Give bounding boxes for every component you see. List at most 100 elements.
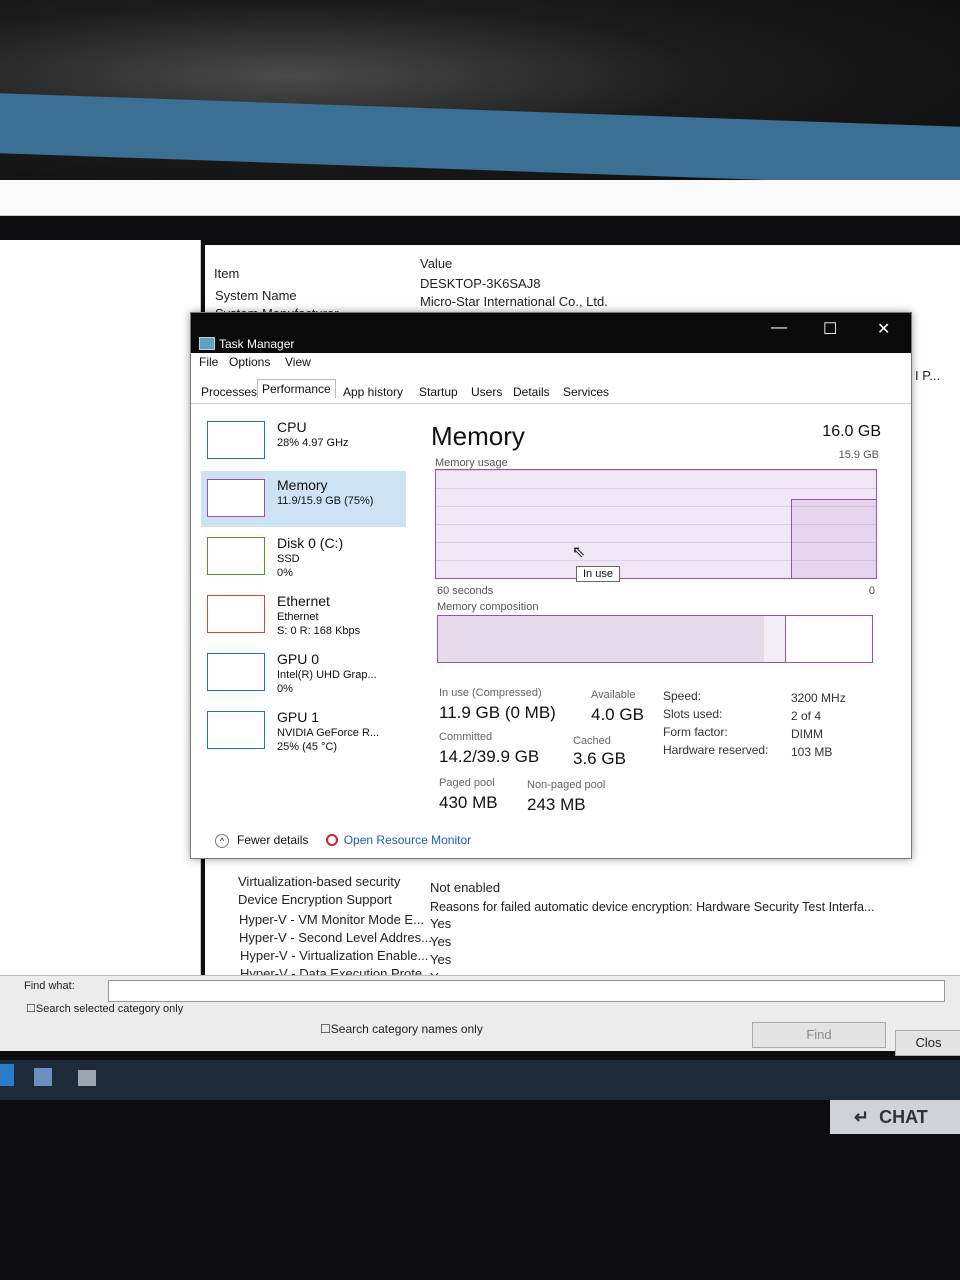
tab-details[interactable]: Details <box>509 383 554 401</box>
sysinfo-category-tree[interactable] <box>0 240 201 980</box>
fewer-details-label: Fewer details <box>237 833 309 847</box>
taskbar-app-icon[interactable] <box>0 1064 14 1086</box>
window-title: Task Manager <box>219 337 295 351</box>
composition-modified <box>763 616 787 662</box>
sidebar-item-detail: S: 0 R: 168 Kbps <box>277 625 361 637</box>
memory-usage-area <box>791 499 876 578</box>
spec-key: Form factor: <box>663 725 728 739</box>
available-value: 4.0 GB <box>591 705 644 724</box>
chevron-up-icon: ^ <box>215 834 229 848</box>
sidebar-item-detail: 0% <box>277 567 293 579</box>
task-manager-titlebar[interactable]: Task Manager — ☐ ✕ <box>191 313 911 353</box>
menu-bar: File Options View <box>191 355 911 375</box>
menu-file[interactable]: File <box>199 355 218 369</box>
sysinfo-value: Yes <box>430 916 452 931</box>
menu-view[interactable]: View <box>285 355 311 369</box>
sidebar-item-detail: 25% (45 °C) <box>277 741 338 753</box>
graph-zero-label: 0 <box>868 585 875 597</box>
tab-users[interactable]: Users <box>467 383 506 401</box>
sysinfo-value: Reasons for failed automatic device encr… <box>430 900 875 914</box>
paged-pool-value: 430 MB <box>439 793 498 812</box>
cached-value: 3.6 GB <box>573 749 626 768</box>
sidebar-item-gpu0[interactable]: GPU 0 Intel(R) UHD Grap... 0% <box>201 645 406 701</box>
search-selected-label: Search selected category only <box>35 1003 184 1015</box>
sidebar-item-ethernet[interactable]: Ethernet Ethernet S: 0 R: 168 Kbps <box>201 587 406 643</box>
memory-usage-label: Memory usage <box>435 457 508 469</box>
tab-app-history[interactable]: App history <box>339 383 407 401</box>
sidebar-item-gpu1[interactable]: GPU 1 NVIDIA GeForce R... 25% (45 °C) <box>201 703 406 759</box>
sidebar-item-detail: 28% 4.97 GHz <box>277 437 349 449</box>
sidebar-item-detail: Ethernet <box>277 611 319 623</box>
sidebar-item-label: GPU 0 <box>277 651 320 667</box>
sysinfo-value: Not enabled <box>430 880 501 895</box>
spec-value: DIMM <box>791 727 823 741</box>
system-info-icon[interactable] <box>34 1068 52 1086</box>
tab-performance[interactable]: Performance <box>257 379 336 398</box>
tab-startup[interactable]: Startup <box>415 383 462 401</box>
close-button[interactable]: Clos <box>895 1030 960 1056</box>
menu-options[interactable]: Options <box>229 355 270 369</box>
spec-value: 103 MB <box>791 745 833 759</box>
open-resource-monitor-link[interactable]: Open Resource Monitor <box>325 833 471 847</box>
sidebar-item-label: CPU <box>277 419 307 435</box>
chat-badge[interactable]: ↵ CHAT <box>830 1100 960 1134</box>
memory-total: 16.0 GB <box>822 423 881 440</box>
disk-thumbnail <box>207 537 265 575</box>
sidebar-item-detail: Intel(R) UHD Grap... <box>277 669 377 681</box>
graph-time-label: 60 seconds <box>437 585 494 597</box>
taskbar <box>0 1060 960 1100</box>
spec-key: Speed: <box>663 689 702 703</box>
spec-value: 2 of 4 <box>791 709 822 723</box>
fewer-details-button[interactable]: ^ Fewer details <box>215 833 309 848</box>
sysinfo-value: Yes <box>430 934 452 949</box>
chat-label: CHAT <box>879 1107 928 1127</box>
sysinfo-value: DESKTOP-3K6SAJ8 <box>420 276 541 291</box>
sidebar-item-disk[interactable]: Disk 0 (C:) SSD 0% <box>201 529 406 585</box>
sysinfo-value: Yes <box>430 952 452 967</box>
sysinfo-toolbar <box>0 180 960 216</box>
search-selected-checkbox[interactable]: ☐Search selected category only <box>26 1002 183 1015</box>
spec-value: 3200 MHz <box>791 691 846 705</box>
memory-usage-max: 15.9 GB <box>838 449 879 461</box>
sidebar-item-memory[interactable]: Memory 11.9/15.9 GB (75%) <box>201 471 406 527</box>
sidebar-item-detail: SSD <box>277 553 300 565</box>
paged-pool-label: Paged pool <box>439 777 495 789</box>
sidebar-item-cpu[interactable]: CPU 28% 4.97 GHz <box>201 413 406 469</box>
minimize-button[interactable]: — <box>771 319 787 337</box>
sysinfo-item: Hyper-V - Second Level Addres... <box>239 930 432 945</box>
memory-composition-bar <box>437 615 873 663</box>
sidebar-item-label: GPU 1 <box>277 709 320 725</box>
search-names-checkbox[interactable]: ☐Search category names only <box>320 1022 483 1036</box>
sysinfo-item: Device Encryption Support <box>238 892 392 907</box>
find-button[interactable]: Find <box>752 1022 886 1048</box>
spec-key: Slots used: <box>663 707 723 721</box>
close-window-button[interactable]: ✕ <box>877 319 890 339</box>
performance-sidebar: CPU 28% 4.97 GHz Memory 11.9/15.9 GB (75… <box>201 413 406 833</box>
gpu0-thumbnail <box>207 653 265 691</box>
find-what-input[interactable] <box>108 980 945 1002</box>
task-manager-taskbar-icon[interactable] <box>78 1070 96 1086</box>
sidebar-item-detail: 11.9/15.9 GB (75%) <box>277 495 374 507</box>
sysinfo-item: Hyper-V - VM Monitor Mode E... <box>239 912 424 927</box>
maximize-button[interactable]: ☐ <box>823 319 837 339</box>
memory-usage-graph: In use ⇖ <box>435 469 877 582</box>
task-manager-footer: ^ Fewer details Open Resource Monitor <box>215 833 471 848</box>
task-manager-window: Task Manager — ☐ ✕ File Options View Pro… <box>190 312 912 859</box>
nonpaged-pool-value: 243 MB <box>527 795 586 814</box>
mouse-cursor-icon: ⇖ <box>572 544 586 561</box>
sidebar-item-detail: NVIDIA GeForce R... <box>277 727 380 739</box>
composition-in-use <box>438 616 765 662</box>
tab-processes[interactable]: Processes <box>197 383 261 401</box>
committed-label: Committed <box>439 731 493 743</box>
task-manager-icon <box>199 337 215 350</box>
tab-services[interactable]: Services <box>559 383 613 401</box>
sysinfo-value: Micro-Star International Co., Ltd. <box>420 294 608 309</box>
column-header-item[interactable]: Item <box>214 266 239 281</box>
in-use-value: 11.9 GB (0 MB) <box>439 703 556 722</box>
column-header-value[interactable]: Value <box>420 256 452 271</box>
gpu1-thumbnail <box>207 711 265 749</box>
available-label: Available <box>591 689 636 701</box>
memory-thumbnail <box>207 479 265 517</box>
cached-label: Cached <box>573 735 611 747</box>
memory-composition-label: Memory composition <box>437 601 539 613</box>
